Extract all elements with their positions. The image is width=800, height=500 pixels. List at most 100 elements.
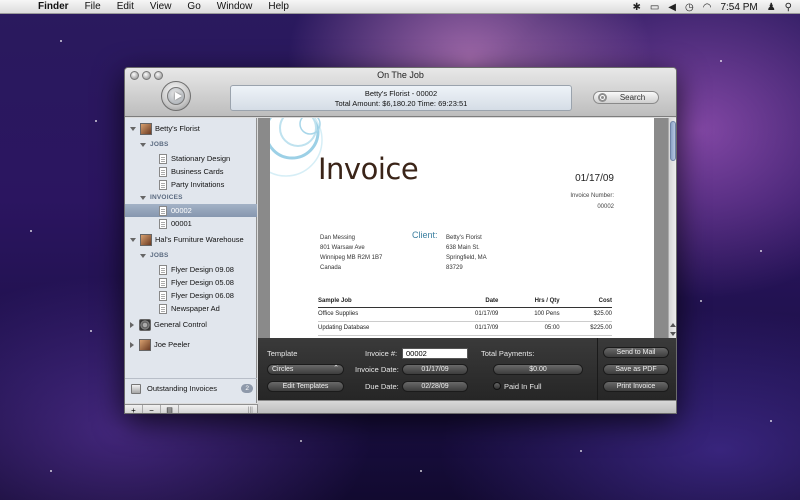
status-display: Betty's Florist - 00002 Total Amount: $6… <box>230 85 572 111</box>
client-avatar <box>140 122 152 135</box>
template-popup[interactable]: Circles <box>267 364 344 375</box>
client-name: Hal's Furniture Warehouse <box>155 235 244 244</box>
invoices-group[interactable]: INVOICES <box>125 191 257 204</box>
menu-window[interactable]: Window <box>209 0 261 14</box>
client-label: Client: <box>412 230 438 240</box>
job-item[interactable]: Flyer Design 05.08 <box>125 276 257 289</box>
job-label: Business Cards <box>171 167 224 176</box>
job-label: Flyer Design 06.08 <box>171 291 234 300</box>
invoice-item[interactable]: 00001 <box>125 217 257 230</box>
disclosure-closed-icon[interactable] <box>130 341 134 348</box>
invoice-controls-panel: Template Circles Edit Templates Invoice … <box>258 338 676 400</box>
address-line: Canada <box>320 265 342 271</box>
remove-button[interactable]: − <box>143 405 161 413</box>
job-item[interactable]: Stationary Design <box>125 152 257 165</box>
send-to-mail-button[interactable]: Send to Mail <box>603 347 669 358</box>
client-item-bettys-florist[interactable]: Betty's Florist <box>125 122 257 135</box>
search-button[interactable]: Search <box>593 91 659 104</box>
search-icon <box>598 93 607 102</box>
disclosure-open-icon[interactable] <box>130 126 136 131</box>
client-item-general-control[interactable]: General Control <box>125 318 257 331</box>
client-address: Betty's Florist 638 Main St. Springfield… <box>446 233 487 273</box>
invoice-date-field[interactable]: 01/17/09 <box>402 364 468 375</box>
bluetooth-icon[interactable]: ✱ <box>632 2 640 13</box>
scroll-up-icon[interactable] <box>670 323 676 327</box>
template-label: Template <box>267 349 298 358</box>
job-item[interactable]: Party Invitations <box>125 178 257 191</box>
client-item-hals-furniture[interactable]: Hal's Furniture Warehouse <box>125 233 257 246</box>
menu-app-finder[interactable]: Finder <box>30 0 77 14</box>
sender-address: Dan Messing 801 Warsaw Ave Winnipeg MB R… <box>320 233 382 273</box>
scrollbar-thumb[interactable] <box>670 121 676 161</box>
document-icon <box>159 205 167 216</box>
display-icon[interactable]: ▭ <box>650 2 659 13</box>
spotlight-icon[interactable]: ⚲ <box>785 2 792 13</box>
invoice-label: 00001 <box>171 219 192 228</box>
scroll-down-icon[interactable] <box>670 332 676 336</box>
menu-view[interactable]: View <box>142 0 180 14</box>
job-label: Flyer Design 09.08 <box>171 265 234 274</box>
new-document-icon[interactable]: ▤ <box>161 405 179 413</box>
menu-bar: Finder File Edit View Go Window Help ✱ ▭… <box>0 0 800 14</box>
job-item[interactable]: Business Cards <box>125 165 257 178</box>
invoice-item-selected[interactable]: 00002 <box>125 204 257 217</box>
invoice-items-table: Sample Job Date Hrs / Qty Cost Office Su… <box>318 296 612 336</box>
timer-start-button[interactable] <box>161 81 191 111</box>
mailbox-icon <box>131 383 141 394</box>
menu-help[interactable]: Help <box>260 0 297 14</box>
disclosure-closed-icon[interactable] <box>130 321 134 328</box>
document-icon <box>159 166 167 177</box>
play-icon <box>175 92 182 100</box>
status-total-line: Total Amount: $6,180.20 Time: 69:23:51 <box>334 99 468 108</box>
add-button[interactable]: + <box>125 405 143 413</box>
invoice-label: 00002 <box>171 206 192 215</box>
job-label: Newspaper Ad <box>171 304 220 313</box>
print-invoice-button[interactable]: Print Invoice <box>603 381 669 392</box>
menubar-clock[interactable]: 7:54 PM <box>720 2 757 13</box>
menu-edit[interactable]: Edit <box>109 0 142 14</box>
menu-file[interactable]: File <box>77 0 109 14</box>
preview-scrollbar[interactable] <box>668 118 676 338</box>
outstanding-label: Outstanding Invoices <box>147 384 218 393</box>
due-date-field[interactable]: 02/28/09 <box>402 381 468 392</box>
disclosure-open-icon[interactable] <box>140 195 146 200</box>
total-payments-field[interactable]: $0.00 <box>493 364 583 375</box>
invoice-number-field[interactable]: 00002 <box>402 348 468 359</box>
paid-in-full-checkbox[interactable] <box>493 382 501 390</box>
time-machine-icon[interactable]: ◷ <box>685 2 694 13</box>
table-cell: Updating Database <box>318 321 442 336</box>
resize-grip-icon[interactable]: ||| <box>248 407 253 413</box>
menu-go[interactable]: Go <box>179 0 208 14</box>
column-header: Sample Job <box>318 296 442 308</box>
invoice-paper: Invoice 01/17/09 Invoice Number: 00002 D… <box>270 118 654 338</box>
app-window: On The Job Betty's Florist - 00002 Total… <box>124 67 677 414</box>
client-item-joe-peeler[interactable]: Joe Peeler <box>125 338 257 351</box>
window-bottom-bar <box>258 400 676 413</box>
outstanding-invoices-item[interactable]: Outstanding Invoices 2 <box>125 378 257 398</box>
client-name: Betty's Florist <box>155 124 200 133</box>
jobs-group[interactable]: JOBS <box>125 249 257 262</box>
job-item[interactable]: Flyer Design 09.08 <box>125 263 257 276</box>
client-avatar <box>140 233 152 246</box>
address-line: 83729 <box>446 265 463 271</box>
table-cell: 01/17/09 <box>442 321 499 336</box>
client-name: Joe Peeler <box>154 340 190 349</box>
disclosure-open-icon[interactable] <box>140 142 146 147</box>
disclosure-open-icon[interactable] <box>140 253 146 258</box>
disclosure-open-icon[interactable] <box>130 237 136 242</box>
client-avatar <box>139 338 151 351</box>
save-as-pdf-button[interactable]: Save as PDF <box>603 364 669 375</box>
jobs-header: JOBS <box>150 252 169 259</box>
wifi-icon[interactable]: ◠ <box>703 2 712 13</box>
table-row: Updating Database 01/17/09 05:00 $225.00 <box>318 321 612 336</box>
table-cell: $225.00 <box>559 321 612 336</box>
job-label: Party Invitations <box>171 180 225 189</box>
user-icon[interactable]: ♟ <box>767 2 776 13</box>
jobs-group[interactable]: JOBS <box>125 138 257 151</box>
column-header: Hrs / Qty <box>498 296 560 308</box>
volume-icon[interactable]: ◀ <box>668 2 676 13</box>
sidebar-toolbar: + − ▤ ||| <box>125 404 258 413</box>
job-item[interactable]: Newspaper Ad <box>125 302 257 315</box>
job-item[interactable]: Flyer Design 06.08 <box>125 289 257 302</box>
edit-templates-button[interactable]: Edit Templates <box>267 381 344 392</box>
